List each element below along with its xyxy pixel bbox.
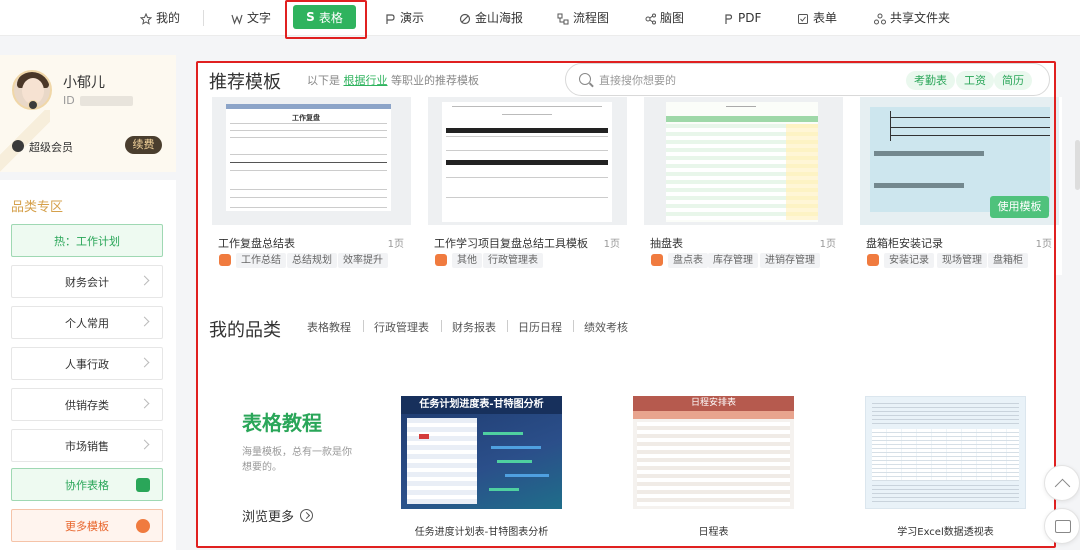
- w-icon: [231, 12, 243, 25]
- user-id-label: ID: [63, 94, 75, 107]
- vip-label: 超级会员: [29, 141, 73, 154]
- chevron-right-icon: [139, 439, 150, 450]
- nav-divider: [203, 10, 204, 26]
- flowchart-icon: [557, 12, 569, 25]
- highlight-box-main: [196, 61, 1056, 548]
- category-title: 品类专区: [11, 200, 64, 215]
- nav-mindmap[interactable]: 脑图: [644, 9, 684, 27]
- user-id-redacted: [80, 96, 133, 106]
- p-icon: [384, 12, 396, 24]
- nav-flowchart[interactable]: 流程图: [557, 9, 609, 27]
- category-panel: 品类专区 热：工作计划 财务会计 个人常用 人事行政 供销存类 市场销售 协作表…: [0, 180, 176, 550]
- form-icon: [797, 12, 809, 24]
- nav-form[interactable]: 表单: [797, 9, 837, 27]
- highlight-box-nav: [285, 0, 367, 39]
- category-inventory[interactable]: 供销存类: [11, 388, 163, 421]
- chevron-right-icon: [139, 357, 150, 368]
- nav-shared-folder[interactable]: 共享文件夹: [874, 9, 950, 27]
- feedback-button[interactable]: [1044, 508, 1080, 544]
- scrollbar[interactable]: [1075, 140, 1080, 190]
- category-hr-admin[interactable]: 人事行政: [11, 347, 163, 380]
- mindmap-icon: [644, 12, 656, 25]
- category-marketing[interactable]: 市场销售: [11, 429, 163, 462]
- star-icon: [139, 12, 153, 25]
- category-finance[interactable]: 财务会计: [11, 265, 163, 298]
- nav-text[interactable]: 文字: [231, 9, 271, 27]
- vip-icon: [12, 140, 24, 152]
- left-sidebar: 小郁儿 ID 超级会员 续费 品类专区 热：工作计划 财务会计 个人常用 人事行…: [0, 55, 176, 550]
- category-personal[interactable]: 个人常用: [11, 306, 163, 339]
- nav-pdf[interactable]: PDF: [722, 9, 761, 27]
- renew-button[interactable]: 续费: [125, 136, 162, 154]
- nav-presentation[interactable]: 演示: [384, 9, 424, 27]
- chevron-right-icon: [139, 316, 150, 327]
- cube-icon: [136, 478, 150, 492]
- poster-icon: [459, 12, 471, 25]
- shared-folder-icon: [874, 12, 886, 25]
- profile-card: 小郁儿 ID 超级会员 续费: [0, 55, 176, 172]
- pdf-icon: [722, 12, 734, 24]
- nav-my[interactable]: 我的: [139, 9, 180, 27]
- back-to-top-button[interactable]: [1044, 465, 1080, 501]
- chevron-right-icon: [139, 275, 150, 286]
- category-collab-sheet[interactable]: 协作表格: [11, 468, 163, 501]
- username: 小郁儿: [63, 75, 105, 91]
- top-nav-bar: 我的 文字 S 表格 演示 金山海报 流程图 脑图 PDF 表单 共享文件夹: [0, 0, 1080, 39]
- category-more-templates[interactable]: 更多模板: [11, 509, 163, 542]
- chevron-right-icon: [139, 398, 150, 409]
- vip-badge-icon: [28, 100, 38, 110]
- category-hot-work-plan[interactable]: 热：工作计划: [11, 224, 163, 257]
- flame-icon: [136, 519, 150, 533]
- nav-poster[interactable]: 金山海报: [459, 9, 523, 27]
